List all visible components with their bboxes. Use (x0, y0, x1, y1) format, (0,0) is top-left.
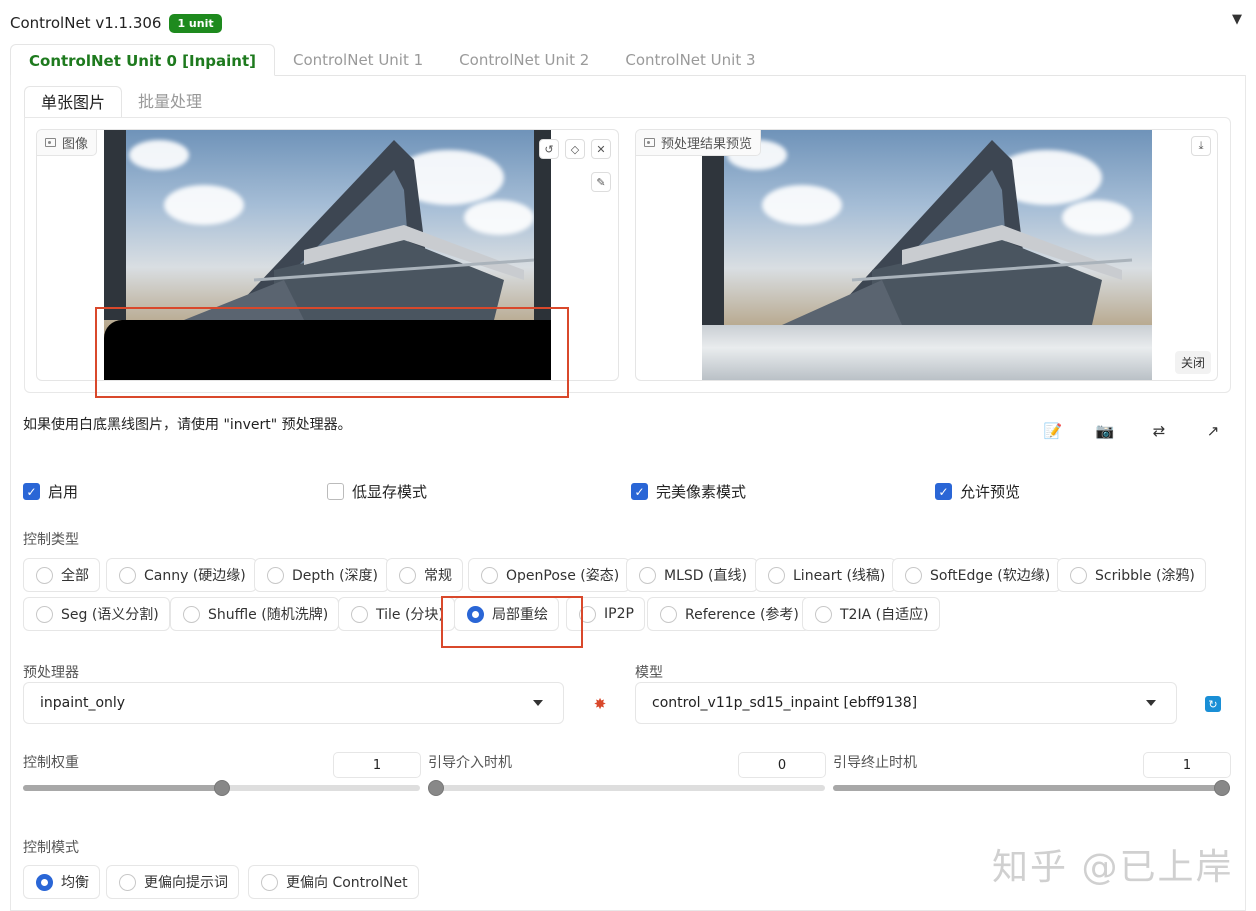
image-tabs: 单张图片 批量处理 (24, 86, 218, 118)
control-type-all[interactable]: 全部 (23, 558, 100, 592)
send-dimensions-icon[interactable]: ↗ (1199, 417, 1227, 445)
control-type-normal[interactable]: 常规 (386, 558, 463, 592)
control-type-shuffle[interactable]: Shuffle (随机洗牌) (170, 597, 340, 631)
control-type-softedge[interactable]: SoftEdge (软边缘) (892, 558, 1062, 592)
control-type-canny[interactable]: Canny (硬边缘) (106, 558, 257, 592)
unit-tabs: ControlNet Unit 0 [Inpaint] ControlNet U… (10, 44, 1246, 76)
model-select[interactable]: control_v11p_sd15_inpaint [ebff9138] (635, 682, 1177, 724)
control-type-scribble[interactable]: Scribble (涂鸦) (1057, 558, 1206, 592)
triangle-down-icon[interactable]: ▼ (1232, 12, 1242, 27)
controlnet-header[interactable]: ControlNet v1.1.306 1 unit (10, 10, 222, 36)
tab-unit-2[interactable]: ControlNet Unit 2 (441, 44, 607, 76)
input-image-label: 图像 (37, 130, 98, 156)
checkbox-box[interactable] (327, 483, 344, 500)
slider-handle[interactable] (1214, 780, 1230, 796)
swap-icon[interactable]: ⇄ (1145, 417, 1173, 445)
refresh-icon[interactable]: ↻ (1199, 690, 1227, 718)
control-type-depth[interactable]: Depth (深度) (254, 558, 390, 592)
check-icon[interactable]: ✓ (935, 483, 952, 500)
unit-count-badge: 1 unit (169, 13, 222, 33)
check-icon[interactable]: ✓ (631, 483, 648, 500)
tab-unit-3[interactable]: ControlNet Unit 3 (607, 44, 773, 76)
control-type-t2ia[interactable]: T2IA (自适应) (802, 597, 940, 631)
highlight-mask-area (95, 307, 569, 398)
enable-checkbox[interactable]: ✓ 启用 (23, 481, 78, 502)
preprocessor-select[interactable]: inpaint_only (23, 682, 564, 724)
control-weight-slider[interactable] (23, 780, 420, 796)
preview-close-button[interactable]: 关闭 (1174, 351, 1211, 374)
tab-unit-1[interactable]: ControlNet Unit 1 (275, 44, 441, 76)
control-type-tile[interactable]: Tile (分块) (338, 597, 455, 631)
header-title: ControlNet v1.1.306 (10, 14, 162, 32)
control-type-label: 控制类型 (23, 532, 79, 548)
preview-label: 预处理结果预览 (636, 130, 762, 156)
control-mode-controlnet[interactable]: 更偏向 ControlNet (248, 865, 419, 899)
invert-hint: 如果使用白底黑线图片，请使用 "invert" 预处理器。 (23, 417, 352, 433)
chevron-down-icon (1146, 700, 1156, 706)
control-mode-balanced[interactable]: 均衡 (23, 865, 100, 899)
control-type-reference[interactable]: Reference (参考) (647, 597, 810, 631)
watermark: 知乎 @已上岸 (992, 847, 1234, 888)
tab-batch[interactable]: 批量处理 (122, 86, 218, 118)
guidance-start-slider[interactable] (428, 780, 825, 796)
guidance-start-input[interactable]: 0 (738, 752, 826, 778)
pixel-perfect-checkbox[interactable]: ✓ 完美像素模式 (631, 481, 746, 502)
undo-icon[interactable]: ↺ (539, 139, 559, 159)
control-type-mlsd[interactable]: MLSD (直线) (626, 558, 758, 592)
slider-handle[interactable] (214, 780, 230, 796)
control-mode-label: 控制模式 (23, 840, 79, 856)
guidance-end-input[interactable]: 1 (1143, 752, 1231, 778)
guidance-end-slider[interactable] (833, 780, 1230, 796)
control-weight-input[interactable]: 1 (333, 752, 421, 778)
model-label: 模型 (635, 665, 663, 681)
guidance-end-label: 引导终止时机 (833, 755, 917, 771)
camera-icon[interactable]: 📷 (1091, 417, 1119, 445)
image-icon (644, 138, 655, 147)
tab-single-image[interactable]: 单张图片 (24, 86, 123, 118)
control-weight-label: 控制权重 (23, 755, 79, 771)
preprocessor-label: 预处理器 (23, 665, 79, 681)
explosion-icon[interactable]: ✸ (586, 690, 614, 718)
brush-icon[interactable]: ✎ (591, 172, 611, 192)
preview-image (702, 130, 1152, 380)
control-type-lineart[interactable]: Lineart (线稿) (755, 558, 897, 592)
tab-unit-0[interactable]: ControlNet Unit 0 [Inpaint] (10, 44, 275, 76)
low-vram-checkbox[interactable]: 低显存模式 (327, 481, 427, 502)
image-icon (45, 138, 56, 147)
chevron-down-icon (533, 700, 543, 706)
download-icon[interactable]: ⤓ (1191, 136, 1211, 156)
control-type-openpose[interactable]: OpenPose (姿态) (468, 558, 631, 592)
check-icon[interactable]: ✓ (23, 483, 40, 500)
inpainted-area (702, 325, 1152, 380)
close-icon[interactable]: ✕ (591, 139, 611, 159)
allow-preview-checkbox[interactable]: ✓ 允许预览 (935, 481, 1020, 502)
control-type-seg[interactable]: Seg (语义分割) (23, 597, 170, 631)
control-mode-prompt[interactable]: 更偏向提示词 (106, 865, 239, 899)
eraser-icon[interactable]: ◇ (565, 139, 585, 159)
slider-handle[interactable] (428, 780, 444, 796)
guidance-start-label: 引导介入时机 (428, 755, 512, 771)
highlight-inpaint-option (441, 596, 583, 648)
edit-icon[interactable]: 📝 (1039, 417, 1067, 445)
preview-box: 预处理结果预览 ⤓ 关闭 (635, 129, 1218, 381)
